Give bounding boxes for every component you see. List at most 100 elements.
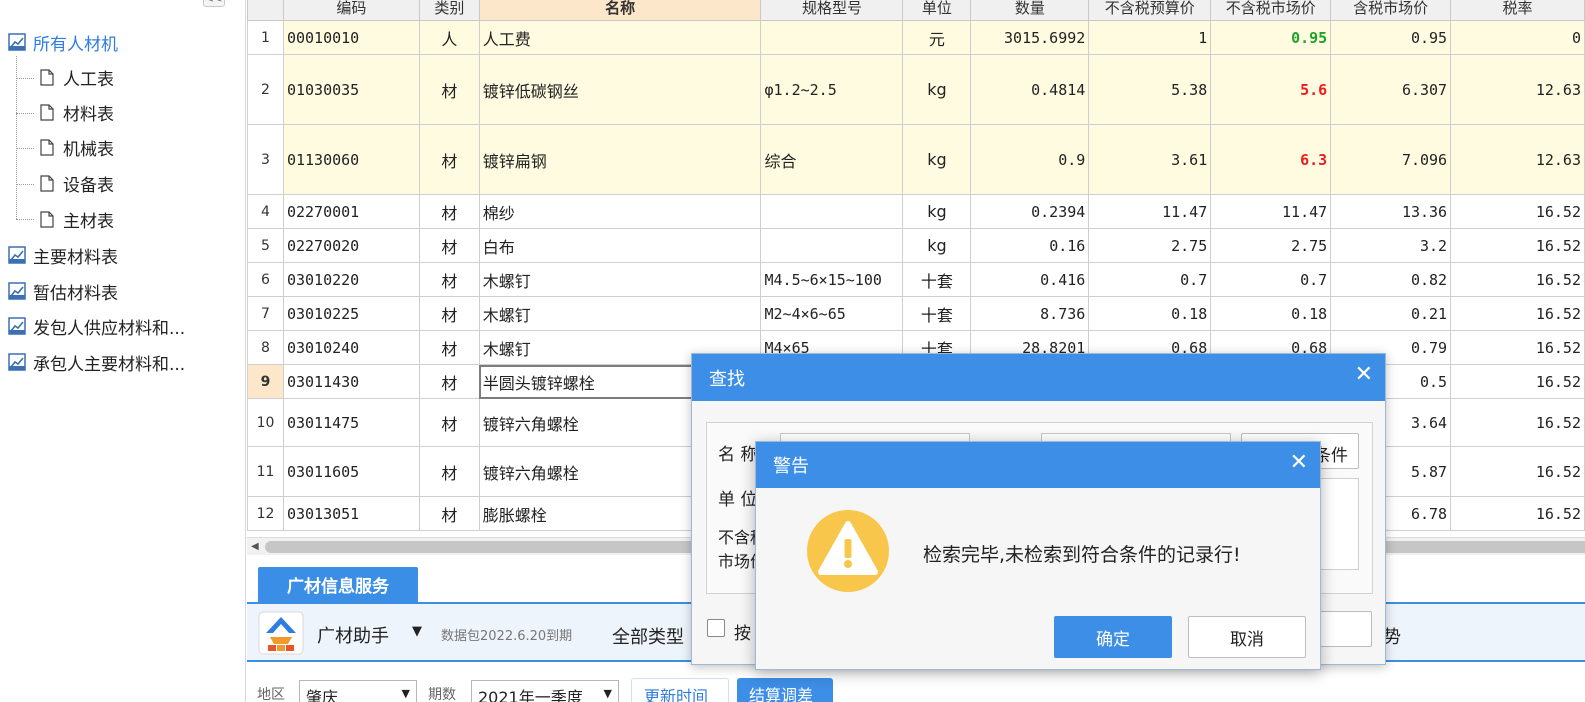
cell-type[interactable]: 材 — [418, 364, 480, 399]
cell-name[interactable]: 木螺钉 — [478, 296, 762, 331]
column-header-tax-rate[interactable]: 税率 — [1450, 0, 1585, 21]
row-number[interactable]: 12 — [247, 496, 284, 531]
column-header-name[interactable]: 名称 — [478, 0, 762, 21]
cell-budget-price[interactable]: 2.75 — [1088, 228, 1212, 263]
cell-spec[interactable]: M2~4×6~65 — [760, 296, 904, 331]
cell-spec[interactable] — [760, 194, 904, 229]
cell-type[interactable]: 人 — [418, 20, 480, 55]
tree-item-employer-supplied[interactable]: 发包人供应材料和... — [8, 313, 185, 339]
cell-type[interactable]: 材 — [418, 54, 480, 125]
cell-tax-rate[interactable]: 16.52 — [1450, 330, 1585, 365]
cell-code[interactable]: 02270001 — [282, 194, 420, 229]
table-row[interactable]: 4 02270001 材 棉纱 kg 0.2394 11.47 11.47 13… — [247, 194, 1585, 229]
cell-type[interactable]: 材 — [418, 124, 480, 195]
cell-code[interactable]: 01130060 — [282, 124, 420, 195]
scroll-left-icon[interactable]: ◀ — [251, 541, 259, 552]
material-assistant-label[interactable]: 广材助手 — [317, 622, 389, 648]
cell-unit[interactable]: kg — [902, 54, 972, 125]
cell-unit[interactable]: kg — [902, 228, 972, 263]
cell-unit[interactable]: kg — [902, 194, 972, 229]
tree-item-main-materials-list[interactable]: 主材表 — [40, 206, 114, 232]
column-header-budget-price[interactable]: 不含税预算价 — [1088, 0, 1212, 21]
settle-adjust-button[interactable]: 结算调差 — [737, 678, 833, 702]
cell-tax-rate[interactable]: 16.52 — [1450, 398, 1585, 447]
cell-unit[interactable]: 十套 — [902, 296, 972, 331]
cell-budget-price[interactable]: 3.61 — [1088, 124, 1212, 195]
row-number[interactable]: 1 — [247, 20, 284, 55]
cell-tax-rate[interactable]: 12.63 — [1450, 124, 1585, 195]
dropdown-arrow-icon[interactable]: ▼ — [412, 624, 422, 639]
cell-market-price[interactable]: 2.75 — [1210, 228, 1332, 263]
cell-unit[interactable]: 元 — [902, 20, 972, 55]
cell-type[interactable]: 材 — [418, 446, 480, 497]
cell-market-price[interactable]: 5.6 — [1210, 54, 1332, 125]
cell-name[interactable]: 镀锌低碳钢丝 — [478, 54, 762, 125]
cell-tax-rate[interactable]: 16.52 — [1450, 496, 1585, 531]
cell-type[interactable]: 材 — [418, 296, 480, 331]
tree-item-key-materials[interactable]: 主要材料表 — [8, 242, 118, 268]
cell-quantity[interactable]: 0.2394 — [970, 194, 1090, 229]
cell-tax-rate[interactable]: 16.52 — [1450, 194, 1585, 229]
column-header-unit[interactable]: 单位 — [902, 0, 972, 21]
cell-budget-price[interactable]: 5.38 — [1088, 54, 1212, 125]
cell-tax-rate[interactable]: 0 — [1450, 20, 1585, 55]
cell-tax-rate[interactable]: 16.52 — [1450, 446, 1585, 497]
cell-name[interactable]: 人工费 — [478, 20, 762, 55]
column-header-market-price[interactable]: 不含税市场价 — [1210, 0, 1332, 21]
cell-budget-price[interactable]: 0.18 — [1088, 296, 1212, 331]
cell-code[interactable]: 02270020 — [282, 228, 420, 263]
cell-tax-market-price[interactable]: 6.307 — [1330, 54, 1452, 125]
cell-market-price[interactable]: 0.18 — [1210, 296, 1332, 331]
cancel-button[interactable]: 取消 — [1188, 616, 1306, 658]
cell-code[interactable]: 03011475 — [282, 398, 420, 447]
row-number[interactable]: 11 — [247, 446, 284, 497]
row-number[interactable]: 2 — [247, 54, 284, 125]
cell-quantity[interactable]: 0.9 — [970, 124, 1090, 195]
cell-tax-market-price[interactable]: 3.2 — [1330, 228, 1452, 263]
cell-tax-rate[interactable]: 16.52 — [1450, 364, 1585, 399]
cell-unit[interactable]: 十套 — [902, 262, 972, 297]
cell-type[interactable]: 材 — [418, 496, 480, 531]
cell-name[interactable]: 镀锌扁钢 — [478, 124, 762, 195]
cell-tax-rate[interactable]: 16.52 — [1450, 262, 1585, 297]
cell-code[interactable]: 03010220 — [282, 262, 420, 297]
column-header-code[interactable]: 编码 — [282, 0, 420, 21]
row-number[interactable]: 8 — [247, 330, 284, 365]
period-select[interactable]: 2021年一季度 ▼ — [471, 680, 619, 702]
table-row[interactable]: 7 03010225 材 木螺钉 M2~4×6~65 十套 8.736 0.18… — [247, 296, 1585, 331]
table-row[interactable]: 6 03010220 材 木螺钉 M4.5~6×15~100 十套 0.416 … — [247, 262, 1585, 297]
table-row[interactable]: 2 01030035 材 镀锌低碳钢丝 φ1.2~2.5 kg 0.4814 5… — [247, 54, 1585, 125]
cell-code[interactable]: 03010225 — [282, 296, 420, 331]
cell-name[interactable]: 白布 — [478, 228, 762, 263]
cell-type[interactable]: 材 — [418, 398, 480, 447]
tree-item-labor[interactable]: 人工表 — [40, 64, 114, 90]
cell-type[interactable]: 材 — [418, 262, 480, 297]
cell-quantity[interactable]: 0.16 — [970, 228, 1090, 263]
cell-type[interactable]: 材 — [418, 228, 480, 263]
update-time-button[interactable]: 更新时间 — [631, 678, 729, 702]
table-row[interactable]: 5 02270020 材 白布 kg 0.16 2.75 2.75 3.2 16… — [247, 228, 1585, 263]
row-number[interactable]: 9 — [247, 364, 284, 399]
row-number[interactable]: 10 — [247, 398, 284, 447]
warning-dialog-titlebar[interactable]: 警告 ✕ — [756, 442, 1320, 488]
column-header-tax-market-price[interactable]: 含税市场价 — [1330, 0, 1452, 21]
cell-code[interactable]: 03013051 — [282, 496, 420, 531]
tab-material-info-service[interactable]: 广材信息服务 — [258, 567, 418, 602]
cell-tax-rate[interactable]: 16.52 — [1450, 228, 1585, 263]
cell-market-price[interactable]: 6.3 — [1210, 124, 1332, 195]
cell-type[interactable]: 材 — [418, 330, 480, 365]
cell-tax-market-price[interactable]: 0.82 — [1330, 262, 1452, 297]
cell-tax-market-price[interactable]: 0.21 — [1330, 296, 1452, 331]
cell-quantity[interactable]: 8.736 — [970, 296, 1090, 331]
tree-item-contractor-materials[interactable]: 承包人主要材料和... — [8, 349, 185, 375]
cell-tax-market-price[interactable]: 7.096 — [1330, 124, 1452, 195]
cell-market-price[interactable]: 11.47 — [1210, 194, 1332, 229]
cell-code[interactable]: 00010010 — [282, 20, 420, 55]
cell-type[interactable]: 材 — [418, 194, 480, 229]
cell-unit[interactable]: kg — [902, 124, 972, 195]
row-number[interactable]: 6 — [247, 262, 284, 297]
cell-spec[interactable] — [760, 20, 904, 55]
close-icon[interactable]: ✕ — [1290, 452, 1308, 474]
cell-market-price[interactable]: 0.95 — [1210, 20, 1332, 55]
row-number[interactable]: 4 — [247, 194, 284, 229]
